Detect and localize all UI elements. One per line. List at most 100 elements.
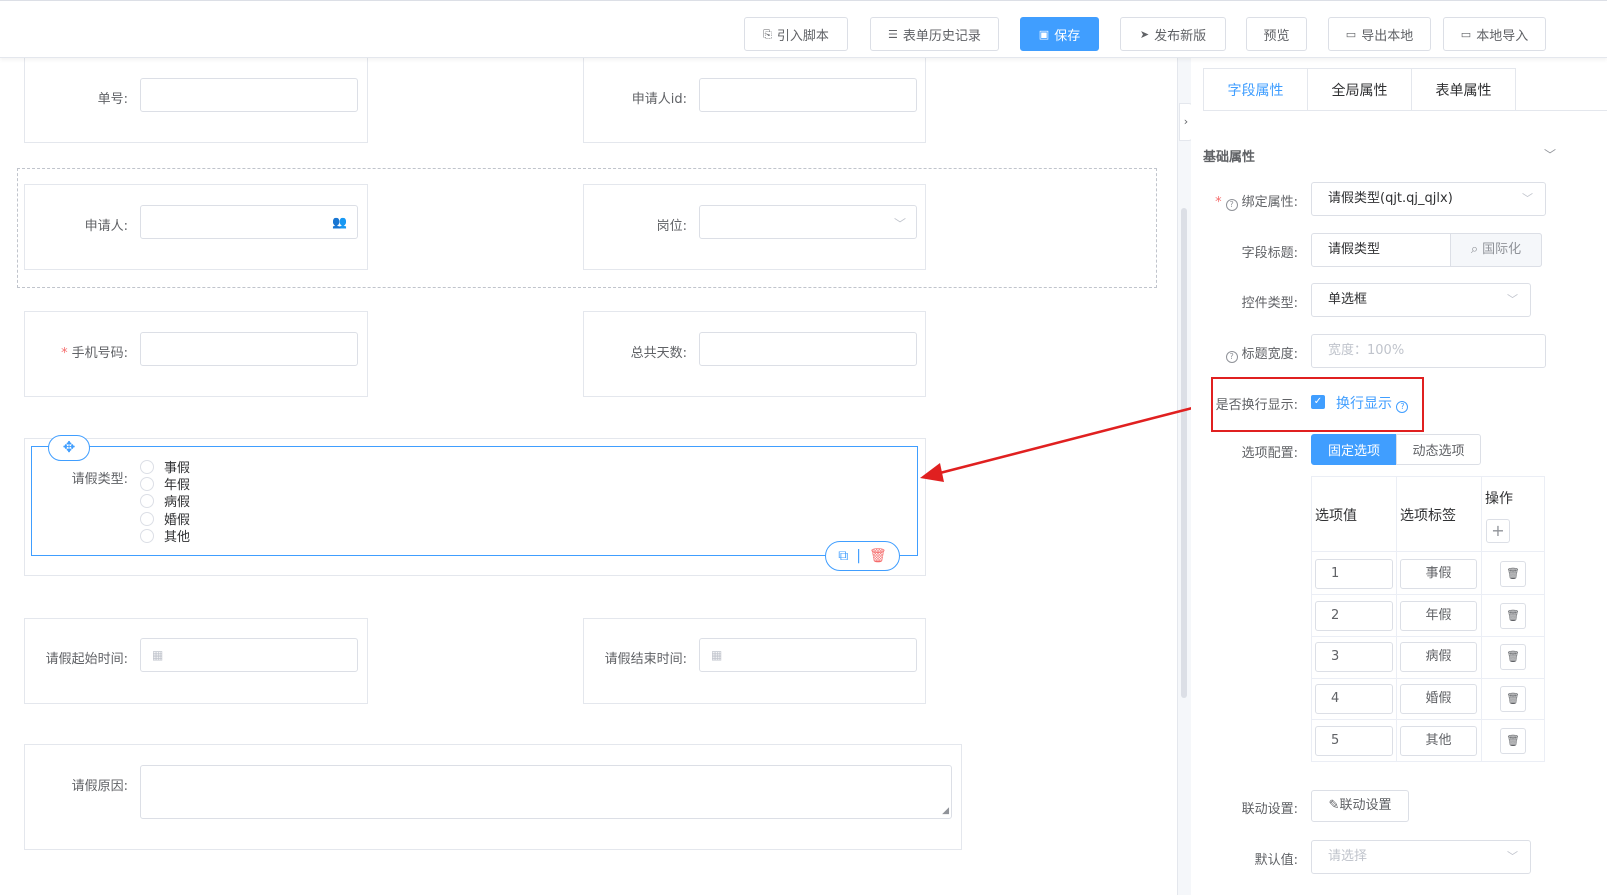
wrap-display-checkbox[interactable]: ✓ — [1311, 395, 1325, 409]
chevron-down-icon: ﹀ — [1507, 293, 1518, 306]
phone-label: * 手机号码: — [61, 346, 128, 361]
title-width-input[interactable]: 宽度：100% — [1311, 334, 1546, 368]
top-toolbar: ⎘ 引入脚本 ☰ 表单历史记录 ▣ 保存 ➤ 发布新版 预览 ▭ 导出本地 ▭ 本地导入 — [0, 0, 1607, 58]
copy-icon[interactable]: ⧉ — [838, 548, 848, 564]
drag-move-icon[interactable]: ✥ — [48, 435, 90, 461]
option-value-input[interactable]: 2 — [1315, 601, 1393, 631]
end-time-picker[interactable]: ▦ — [699, 638, 917, 672]
radio-circle[interactable] — [140, 511, 154, 526]
option-value-input[interactable]: 1 — [1315, 559, 1393, 589]
bind-attr-select[interactable]: 请假类型(qjt.qj_qjlx) ﹀ — [1311, 182, 1546, 216]
applicant-id-input[interactable] — [699, 78, 917, 112]
canvas-scrollbar[interactable] — [1177, 58, 1191, 895]
help-icon: ? — [1396, 401, 1409, 413]
title-width-label: ? 标题宽度: — [1200, 343, 1298, 363]
radio-option[interactable]: 年假 — [140, 475, 190, 493]
wrap-display-checkbox-label[interactable]: 换行显示 ? — [1336, 393, 1412, 413]
default-value-select[interactable]: 请选择 ﹀ — [1311, 840, 1531, 874]
option-label-input[interactable]: 病假 — [1400, 642, 1477, 672]
edit-icon: ✎ — [1328, 798, 1340, 813]
order-no-label: 单号: — [97, 92, 128, 107]
form-history-button[interactable]: ☰ 表单历史记录 — [870, 17, 999, 51]
script-icon: ⎘ — [763, 27, 772, 41]
end-time-label: 请假结束时间: — [604, 652, 687, 667]
leave-type-label: 请假类型: — [71, 472, 128, 487]
total-days-label: 总共天数: — [630, 346, 687, 361]
radio-circle[interactable] — [140, 459, 154, 474]
send-icon: ➤ — [1139, 27, 1150, 41]
radio-circle[interactable] — [140, 493, 154, 508]
option-label-input[interactable]: 事假 — [1400, 559, 1477, 589]
applicant-input[interactable]: 👥 — [140, 205, 358, 239]
field-title-input[interactable]: 请假类型 ⌕ 国际化 — [1311, 233, 1542, 267]
folder-open-icon: ▭ — [1460, 27, 1472, 41]
row-divider — [1311, 719, 1545, 720]
wrap-display-label: 是否换行显示: — [1215, 398, 1298, 413]
option-value-input[interactable]: 3 — [1315, 642, 1393, 672]
option-value-input[interactable]: 4 — [1315, 684, 1393, 714]
col-header-label: 选项标签 — [1400, 508, 1456, 524]
tab-global-props[interactable]: 全局属性 — [1308, 69, 1412, 111]
delete-option-icon[interactable]: 🗑 — [1500, 644, 1526, 670]
bind-attr-label: *? 绑定属性: — [1215, 195, 1298, 211]
delete-option-icon[interactable]: 🗑 — [1500, 686, 1526, 712]
delete-icon[interactable]: 🗑 — [869, 548, 887, 564]
option-label-input[interactable]: 年假 — [1400, 601, 1477, 631]
total-days-input[interactable] — [699, 332, 917, 366]
delete-option-icon[interactable]: 🗑 — [1500, 561, 1526, 587]
row-divider — [1311, 594, 1545, 595]
help-icon: ? — [1225, 199, 1238, 211]
import-local-button[interactable]: ▭ 本地导入 — [1443, 17, 1546, 51]
save-icon: ▣ — [1038, 27, 1050, 41]
col-header-value: 选项值 — [1315, 508, 1357, 524]
reason-label: 请假原因: — [71, 779, 128, 794]
applicant-id-label: 申请人id: — [631, 92, 687, 107]
option-value-input[interactable]: 5 — [1315, 726, 1393, 756]
radio-circle[interactable] — [140, 476, 154, 491]
scrollbar-thumb[interactable] — [1181, 208, 1187, 698]
chevron-down-icon[interactable]: ﹀ — [1544, 146, 1556, 163]
radio-circle[interactable] — [140, 528, 154, 543]
order-no-input[interactable] — [140, 78, 358, 112]
radio-option[interactable]: 其他 — [140, 527, 190, 545]
default-value-label: 默认值: — [1254, 853, 1298, 868]
phone-input[interactable] — [140, 332, 358, 366]
radio-option[interactable]: 事假 — [140, 458, 190, 476]
export-local-button[interactable]: ▭ 导出本地 — [1328, 17, 1431, 51]
section-title[interactable]: 基础属性 — [1203, 146, 1255, 165]
resize-handle-icon[interactable]: ◢ — [942, 806, 949, 816]
save-button[interactable]: ▣ 保存 — [1020, 17, 1099, 51]
field-title-label: 字段标题: — [1241, 246, 1298, 261]
form-canvas: 单号: 申请人id: 申请人: 👥 岗位: ﹀ * 手机号码: 总共天数: ✥ 请… — [0, 58, 1175, 895]
linkage-settings-button[interactable]: ✎联动设置 — [1311, 790, 1409, 822]
tab-field-props[interactable]: 字段属性 — [1204, 69, 1308, 111]
chevron-down-icon: ﹀ — [893, 217, 906, 231]
list-icon: ☰ — [888, 27, 898, 41]
option-label-input[interactable]: 婚假 — [1400, 684, 1477, 714]
row-divider — [1311, 678, 1545, 679]
position-select[interactable]: ﹀ — [699, 205, 917, 239]
control-type-select[interactable]: 单选框 ﹀ — [1311, 283, 1531, 317]
field-actions: ⧉ | 🗑 — [825, 541, 900, 571]
linkage-label: 联动设置: — [1241, 802, 1298, 817]
chevron-down-icon: ﹀ — [1522, 192, 1533, 205]
i18n-button[interactable]: ⌕ 国际化 — [1450, 233, 1542, 267]
reason-textarea[interactable]: ◢ — [140, 765, 952, 819]
start-time-picker[interactable]: ▦ — [140, 638, 358, 672]
import-script-button[interactable]: ⎘ 引入脚本 — [744, 17, 848, 51]
dynamic-options-toggle[interactable]: 动态选项 — [1396, 434, 1481, 465]
option-config-label: 选项配置: — [1241, 446, 1298, 461]
fixed-options-toggle[interactable]: 固定选项 — [1311, 434, 1397, 465]
chevron-down-icon: ﹀ — [1507, 850, 1518, 863]
radio-option[interactable]: 病假 — [140, 492, 190, 510]
col-header-ops: 操作 — [1485, 491, 1513, 507]
publish-button[interactable]: ➤ 发布新版 — [1120, 17, 1226, 51]
option-label-input[interactable]: 其他 — [1400, 726, 1477, 756]
preview-button[interactable]: 预览 — [1246, 17, 1307, 51]
add-option-button[interactable]: + — [1486, 519, 1510, 543]
radio-option[interactable]: 婚假 — [140, 510, 190, 528]
tab-form-props[interactable]: 表单属性 — [1412, 69, 1515, 111]
delete-option-icon[interactable]: 🗑 — [1500, 603, 1526, 629]
delete-option-icon[interactable]: 🗑 — [1500, 728, 1526, 754]
user-group-icon: 👥 — [332, 215, 347, 229]
